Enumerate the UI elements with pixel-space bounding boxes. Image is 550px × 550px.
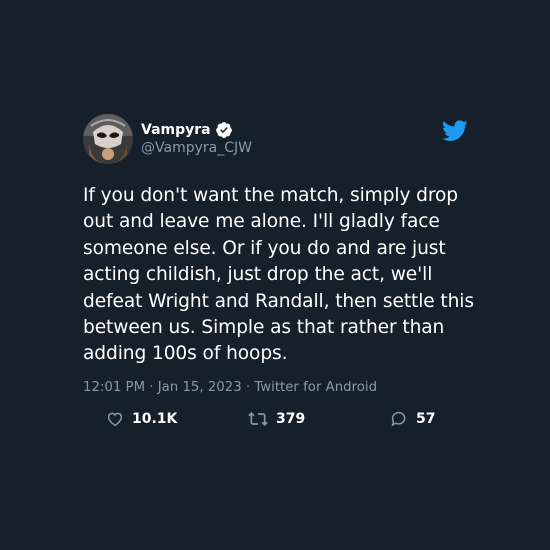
author-names: Vampyra @Vampyra_CJW [141,121,252,157]
tweet-header: Vampyra @Vampyra_CJW [83,112,470,166]
twitter-bird-icon[interactable] [442,120,468,146]
name-row: Vampyra [141,121,252,139]
retweet-count: 379 [276,411,306,427]
avatar[interactable] [83,114,133,164]
reply-button[interactable]: 57 [390,410,435,428]
verified-badge-icon [215,121,233,139]
reply-count: 57 [416,411,436,427]
like-button[interactable]: 10.1K [106,410,177,428]
tweet-text: If you don't want the match, simply drop… [83,185,474,365]
handle[interactable]: @Vampyra_CJW [141,139,252,157]
display-name[interactable]: Vampyra [141,121,211,139]
tweet-meta: 12:01 PM · Jan 15, 2023 · Twitter for An… [83,380,378,395]
retweet-button[interactable]: 379 [248,410,305,428]
like-count: 10.1K [132,411,178,427]
heart-icon [106,410,124,428]
tweet-card: Vampyra @Vampyra_CJW [83,112,470,166]
retweet-icon [248,410,268,428]
tweet-actions: 10.1K 379 57 [0,410,550,432]
reply-icon [390,410,408,428]
